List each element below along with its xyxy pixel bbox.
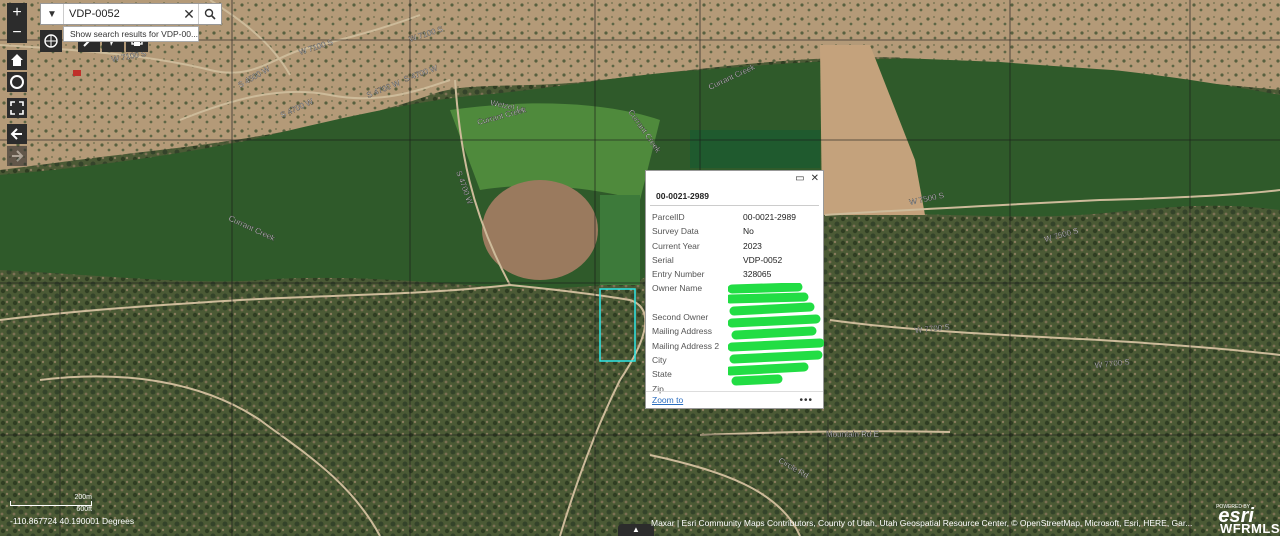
attribute-key: Current Year [652,240,700,251]
attribution-toggle[interactable]: ▲ [618,524,654,536]
attribute-row: Current Year 2023 [652,239,817,253]
more-actions-button[interactable]: ••• [799,395,813,406]
arrow-left-icon [10,128,22,140]
basemap-button[interactable] [40,30,62,52]
search-bar: ▼ ✕ [40,3,222,25]
dock-icon[interactable]: ▭ [795,173,804,184]
attribute-value: 2023 [743,240,762,251]
search-input[interactable] [64,7,180,21]
coordinate-readout: -110.867724 40.190001 Degrees [10,516,135,526]
close-icon[interactable]: ✕ [180,6,198,23]
home-icon [11,54,23,66]
chevron-down-icon: ▼ [47,8,57,20]
attribute-value: VDP-0052 [743,254,783,265]
attribute-row: Entry Number 328065 [652,267,817,281]
popup-header: ▭ ✕ [646,171,823,185]
scale-label-imperial: 600ft [76,506,92,513]
watermark: WFRMLS [1219,521,1280,536]
attribute-key: Serial [652,254,674,265]
attribute-value: 328065 [743,269,772,280]
road-label: Mountain Rd E [826,430,879,439]
attribute-key: ParcelID [652,212,685,222]
locate-icon [10,75,24,89]
zoom-in-button[interactable]: + [7,3,27,23]
search-button[interactable] [198,4,221,24]
scale-label-metric: 200m [74,494,92,501]
satellite-map[interactable]: W 7100 S W 7100 S W 7100 S S 4500 W S 47… [0,0,1280,536]
forward-button[interactable] [7,146,27,166]
attribute-key: Survey Data [652,226,699,237]
fullscreen-icon [10,101,24,115]
building-marker [73,70,81,76]
zoom-to-link[interactable]: Zoom to [652,395,683,405]
attribute-row: Survey Data No [652,224,817,238]
layers-icon [44,34,58,48]
attribute-row: Serial VDP-0052 [652,253,817,267]
arrow-right-icon [12,150,24,162]
close-icon[interactable]: ✕ [811,173,819,184]
zoom-out-button[interactable]: − [7,23,27,43]
search-suggestion[interactable]: Show search results for VDP-00... [63,26,199,42]
home-button[interactable] [7,50,27,70]
popup-title: 00-0021-2989 [650,185,819,206]
redaction-scribble [728,283,824,386]
attribute-key: Entry Number [652,269,705,280]
attribute-row: ParcelID 00-0021-2989 [652,210,817,224]
popup-footer: Zoom to ••• [646,391,823,408]
back-button[interactable] [7,124,27,144]
attribute-value: No [743,226,754,237]
attribution-text: Maxar | Esri Community Maps Contributors… [651,518,1193,528]
search-source-dropdown[interactable]: ▼ [41,4,64,24]
fullscreen-button[interactable] [7,98,27,118]
search-icon [204,8,216,20]
locate-button[interactable] [7,72,27,92]
scale-bar: 200m 600ft [10,494,92,513]
attribute-value: 00-0021-2989 [743,212,796,222]
